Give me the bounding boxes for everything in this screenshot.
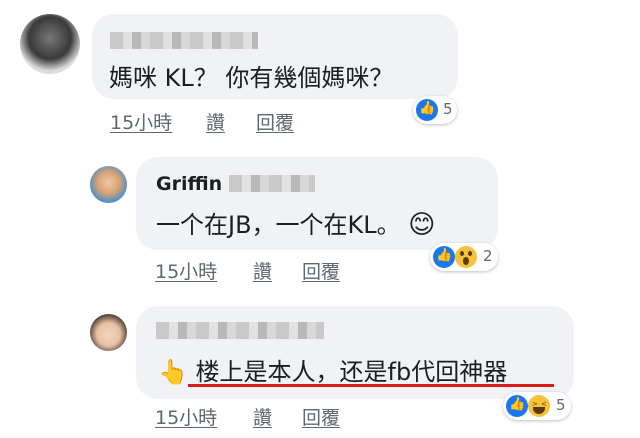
reaction-summary[interactable]: 2 (430, 243, 498, 271)
timestamp-link[interactable]: 15小時 (155, 257, 217, 284)
comment-text: 👆 楼上是本人，还是fb代回神器 (158, 352, 507, 387)
reply-link[interactable]: 回覆 (256, 108, 294, 135)
timestamp-link[interactable]: 15小時 (155, 403, 217, 430)
like-icon (506, 395, 528, 417)
reply-link[interactable]: 回覆 (302, 257, 340, 284)
like-link[interactable]: 讚 (206, 108, 225, 135)
like-link[interactable]: 讚 (253, 403, 272, 430)
reaction-summary[interactable]: 5 (413, 96, 457, 124)
timestamp-link[interactable]: 15小時 (110, 108, 172, 135)
reaction-summary[interactable]: > < 5 (503, 392, 571, 420)
redacted-name (156, 322, 324, 339)
like-icon (433, 246, 455, 268)
comment-text: 媽咪 KL？ 你有幾個媽咪？ (109, 64, 394, 92)
redacted-name (110, 32, 258, 49)
reaction-count: 2 (483, 247, 493, 265)
reaction-count: 5 (443, 100, 453, 118)
comment-text-body: 一个在JB，一个在KL。 (156, 211, 401, 239)
reply-link[interactable]: 回覆 (302, 403, 340, 430)
comment-text-body: 楼上是本人，还是fb代回神器 (195, 358, 508, 386)
commenter-avatar[interactable] (90, 166, 127, 203)
commenter-name[interactable]: Griffin (156, 173, 222, 195)
reaction-count: 5 (556, 396, 566, 414)
comment-bubble: 媽咪 KL？ 你有幾個媽咪？ (92, 14, 458, 99)
smiling-emoji-icon: 😊 (408, 210, 436, 240)
commenter-avatar[interactable] (20, 14, 80, 74)
red-underline (188, 384, 554, 387)
commenter-avatar[interactable] (90, 314, 127, 351)
like-link[interactable]: 讚 (253, 257, 272, 284)
haha-icon: > < (528, 395, 550, 417)
redacted-name (229, 175, 315, 192)
pointing-up-icon: 👆 (158, 358, 188, 386)
comment-text: 一个在JB，一个在KL。 😊 (156, 205, 435, 240)
comment-bubble: 👆 楼上是本人，还是fb代回神器 (136, 306, 574, 399)
like-icon (416, 99, 438, 121)
comment-bubble: Griffin 一个在JB，一个在KL。 😊 (136, 157, 498, 250)
wow-icon (455, 246, 477, 268)
